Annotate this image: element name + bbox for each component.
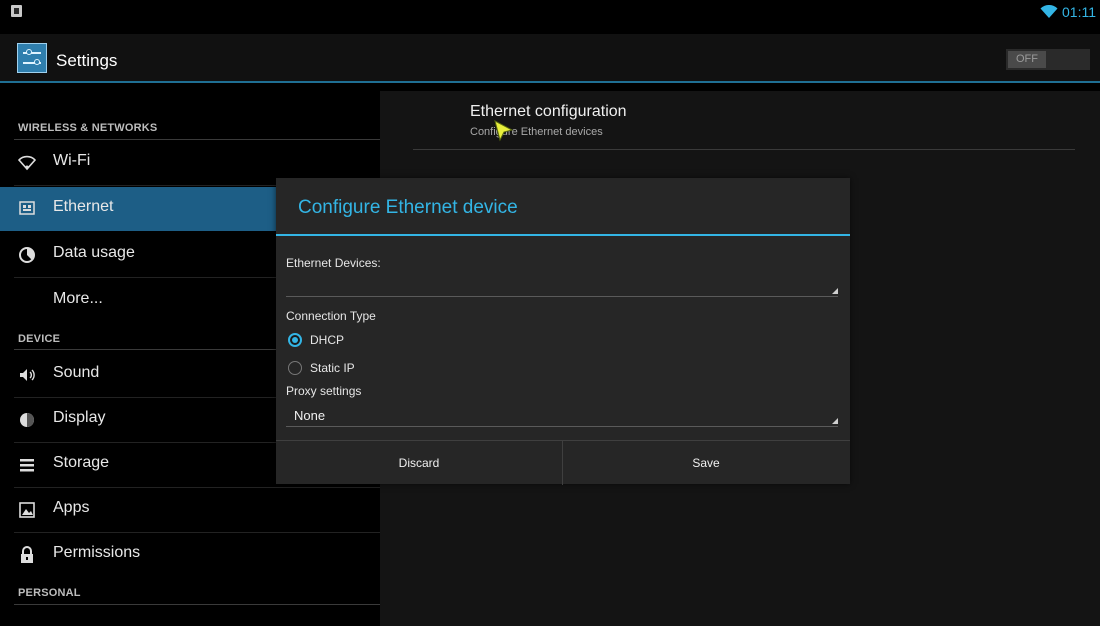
ethernet-devices-label: Ethernet Devices:	[286, 256, 381, 270]
sidebar-item-apps[interactable]: Apps	[0, 488, 380, 532]
mouse-cursor-icon	[494, 120, 514, 142]
apps-icon	[19, 502, 35, 518]
header-wireless-networks: WIRELESS & NETWORKS	[18, 122, 158, 134]
save-button[interactable]: Save	[563, 441, 849, 485]
dropdown-triangle-icon	[832, 288, 838, 294]
sidebar-item-label: Ethernet	[53, 198, 114, 215]
discard-button[interactable]: Discard	[276, 441, 562, 485]
sound-icon	[20, 369, 35, 381]
header-personal: PERSONAL	[18, 587, 81, 599]
wifi-signal-icon	[1040, 5, 1058, 18]
screen: 01:11 Settings OFF WIRELESS & NETWORKS W…	[0, 0, 1100, 626]
page-title: Settings	[56, 51, 118, 70]
sidebar-item-permissions[interactable]: Permissions	[0, 533, 380, 577]
divider	[14, 139, 380, 140]
divider	[413, 149, 1075, 150]
ethernet-devices-spinner[interactable]	[286, 274, 838, 297]
wifi-icon	[17, 155, 37, 171]
notification-icon	[11, 5, 22, 17]
sidebar-item-label: More...	[53, 290, 103, 307]
ethernet-toggle[interactable]: OFF	[1006, 49, 1090, 70]
dhcp-radio[interactable]	[288, 333, 302, 347]
clock: 01:11	[1062, 4, 1096, 20]
lock-icon	[21, 546, 33, 563]
sidebar-item-label: Storage	[53, 454, 110, 471]
dialog-title: Configure Ethernet device	[298, 197, 518, 218]
ethernet-icon	[19, 201, 35, 215]
connection-type-label: Connection Type	[286, 309, 376, 323]
spinner-value: None	[294, 408, 326, 423]
action-bar: Settings OFF	[0, 34, 1100, 83]
display-icon	[20, 413, 34, 427]
dhcp-label[interactable]: DHCP	[310, 333, 344, 347]
sidebar-item-label: Apps	[53, 499, 90, 516]
pref-summary: Configure Ethernet devices	[470, 126, 603, 138]
configure-ethernet-dialog: Configure Ethernet device Ethernet Devic…	[276, 178, 850, 485]
sidebar-item-label: Sound	[53, 364, 100, 381]
dropdown-triangle-icon	[832, 418, 838, 424]
static-ip-radio[interactable]	[288, 361, 302, 375]
header-device: DEVICE	[18, 333, 61, 345]
dialog-button-bar: Discard Save	[276, 440, 850, 485]
sidebar-item-label: Permissions	[53, 544, 141, 561]
proxy-settings-spinner[interactable]: None	[286, 404, 838, 427]
sidebar-item-label: Display	[53, 409, 106, 426]
sidebar-item-label: Data usage	[53, 244, 135, 261]
toggle-label: OFF	[1008, 51, 1046, 68]
proxy-settings-label: Proxy settings	[286, 384, 362, 398]
storage-icon	[20, 459, 34, 472]
data-usage-icon	[19, 247, 35, 263]
static-ip-label[interactable]: Static IP	[310, 361, 355, 375]
sidebar-item-label: Wi-Fi	[53, 152, 91, 169]
dialog-title-divider	[276, 234, 850, 236]
divider	[14, 604, 380, 605]
settings-app-icon[interactable]	[17, 43, 47, 73]
status-bar: 01:11	[0, 0, 1100, 24]
